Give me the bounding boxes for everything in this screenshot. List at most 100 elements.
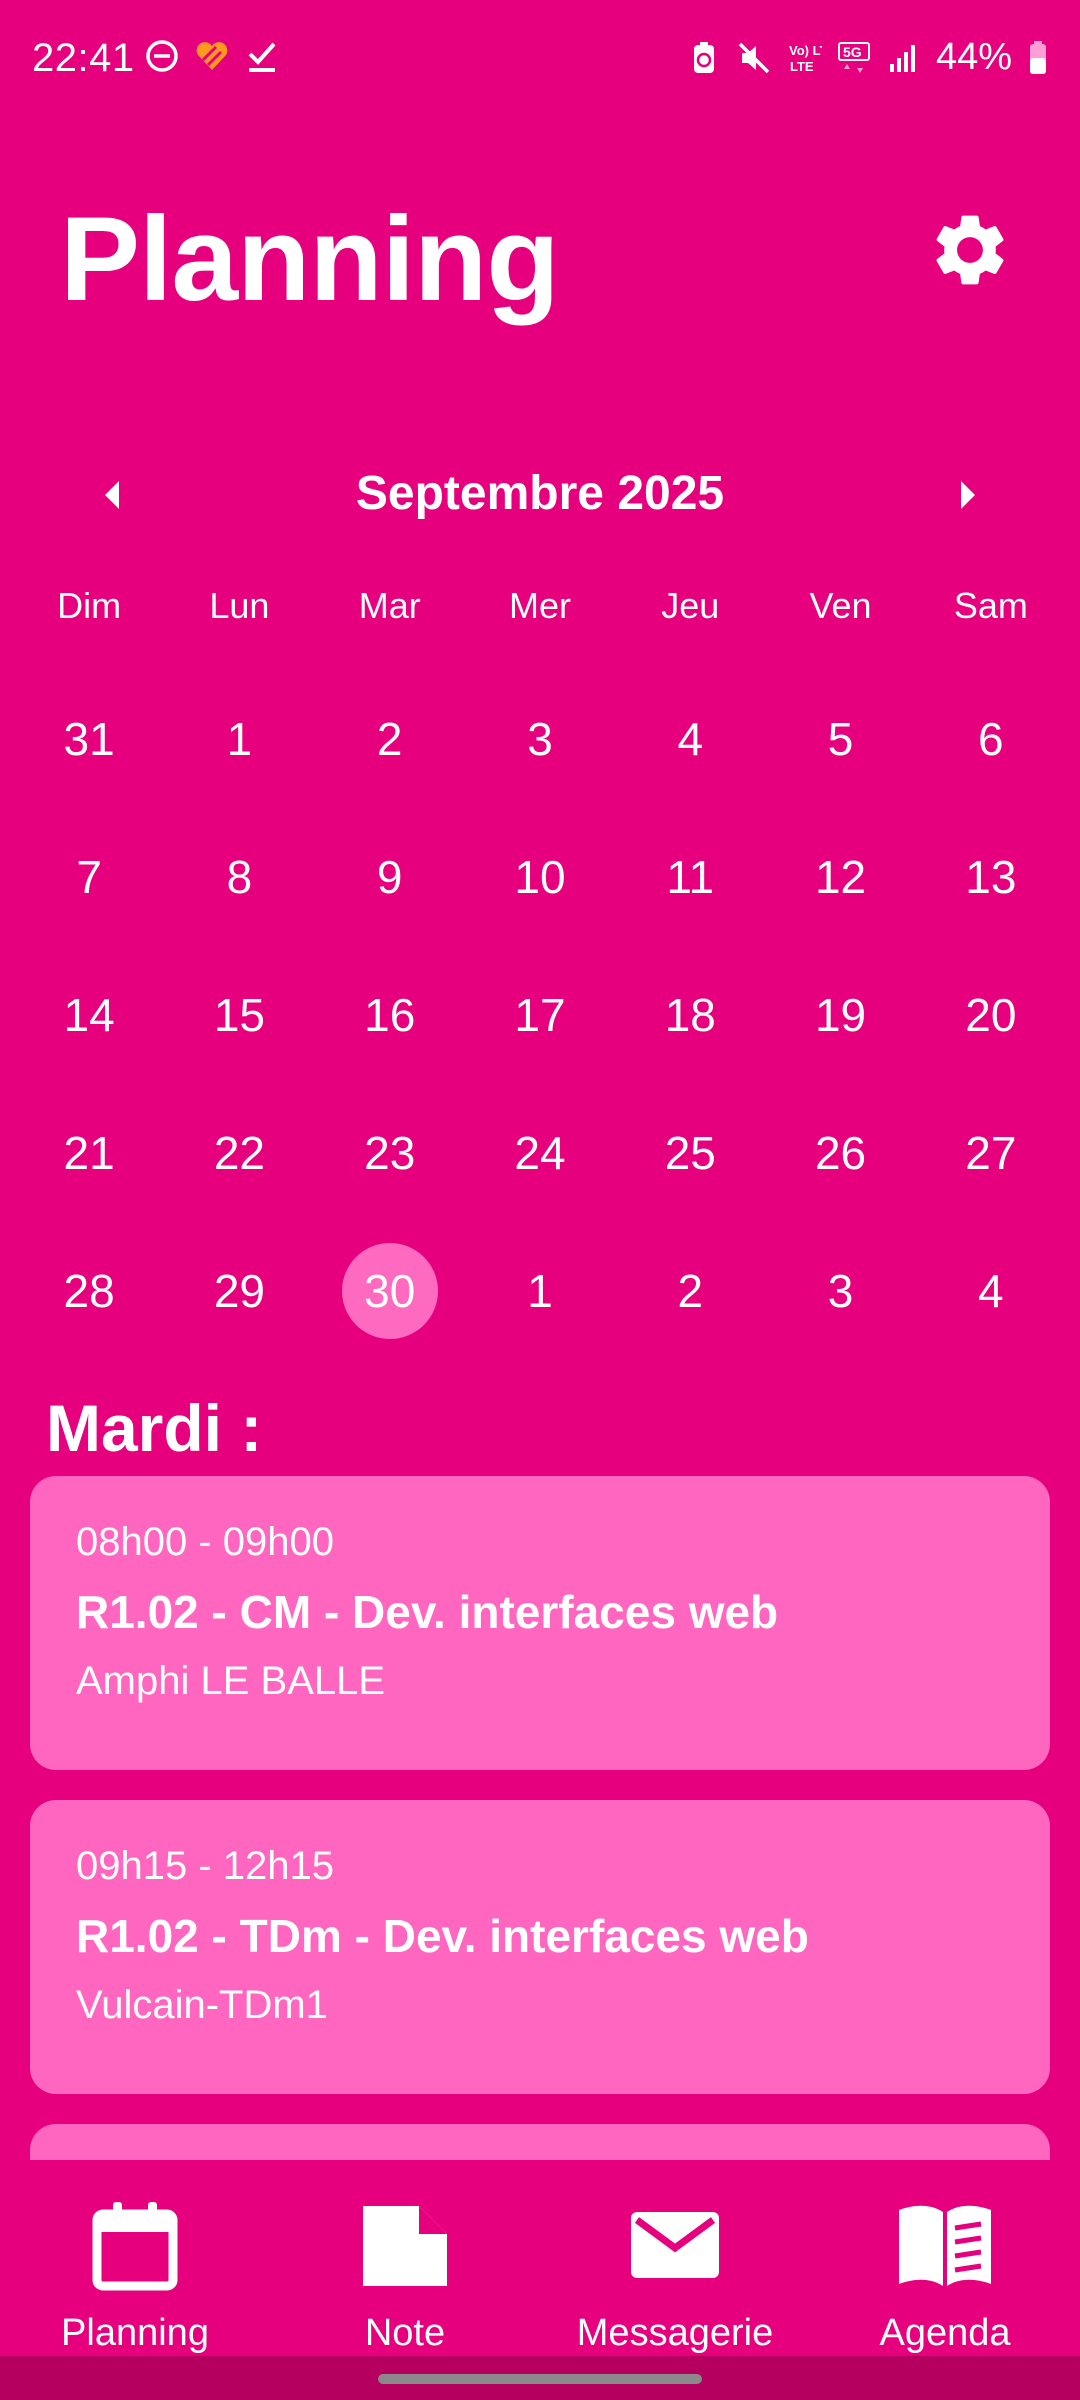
app-screen: 22:41 Vo) L LTE 5G 44% Planning Septembr… bbox=[0, 0, 1080, 2400]
month-nav: Septembre 2025 bbox=[0, 460, 1080, 530]
book-icon bbox=[899, 2205, 991, 2286]
day-number: 1 bbox=[226, 713, 253, 765]
calendar-day[interactable]: 20 bbox=[916, 946, 1066, 1084]
calendar-day[interactable]: 17 bbox=[465, 946, 615, 1084]
calendar-day[interactable]: 21 bbox=[14, 1084, 164, 1222]
day-number: 3 bbox=[527, 713, 553, 765]
5g-icon: 5G bbox=[837, 41, 870, 73]
calendar-day[interactable]: 5 bbox=[765, 670, 915, 808]
weekday-label: Dim bbox=[57, 585, 122, 626]
calendar-day-selected[interactable]: 30 bbox=[315, 1222, 465, 1360]
day-number: 30 bbox=[364, 1265, 416, 1317]
nav-planning[interactable]: Planning bbox=[0, 2160, 270, 2356]
event-card[interactable]: 09h15 - 12h15 R1.02 - TDm - Dev. interfa… bbox=[30, 1800, 1050, 2094]
selected-day-label: Mardi : bbox=[46, 1391, 263, 1465]
page-title: Planning bbox=[60, 192, 560, 326]
day-number: 13 bbox=[965, 851, 1017, 903]
calendar-day[interactable]: 2 bbox=[315, 670, 465, 808]
signal-icon bbox=[889, 44, 915, 72]
settings-button[interactable] bbox=[920, 200, 1020, 300]
status-time: 22:41 bbox=[32, 36, 135, 80]
day-number: 5 bbox=[827, 713, 854, 765]
nav-label: Messagerie bbox=[576, 2312, 774, 2354]
calendar-day[interactable]: 4 bbox=[615, 670, 765, 808]
calendar-day[interactable]: 4 bbox=[916, 1222, 1066, 1360]
event-time: 08h00 - 09h00 bbox=[76, 1520, 335, 1564]
calendar-day[interactable]: 26 bbox=[765, 1084, 915, 1222]
calendar-day[interactable]: 24 bbox=[465, 1084, 615, 1222]
gesture-handle[interactable] bbox=[378, 2374, 702, 2384]
day-number: 25 bbox=[664, 1127, 716, 1179]
calendar-day[interactable]: 14 bbox=[14, 946, 164, 1084]
gear-icon bbox=[936, 215, 1004, 285]
day-number: 9 bbox=[376, 851, 403, 903]
day-number: 20 bbox=[965, 989, 1017, 1041]
day-number: 2 bbox=[677, 1265, 704, 1317]
calendar-day[interactable]: 3 bbox=[465, 670, 615, 808]
day-number: 26 bbox=[814, 1127, 867, 1179]
note-icon bbox=[363, 2206, 447, 2286]
calendar-day[interactable]: 10 bbox=[465, 808, 615, 946]
nav-note[interactable]: Note bbox=[270, 2160, 540, 2356]
event-room: Vulcain-TDm1 bbox=[76, 1983, 328, 2027]
weekday-label: Mer bbox=[508, 585, 571, 626]
calendar-day[interactable]: 11 bbox=[615, 808, 765, 946]
calendar-day[interactable]: 18 bbox=[615, 946, 765, 1084]
mail-icon bbox=[631, 2212, 719, 2278]
calendar-day[interactable]: 25 bbox=[615, 1084, 765, 1222]
calendar-day[interactable]: 13 bbox=[916, 808, 1066, 946]
day-number: 24 bbox=[514, 1127, 566, 1179]
events-list[interactable]: 08h00 - 09h00 R1.02 - CM - Dev. interfac… bbox=[30, 1476, 1050, 2160]
nav-label: Agenda bbox=[879, 2312, 1011, 2354]
day-number: 15 bbox=[213, 989, 265, 1041]
calendar-day[interactable]: 19 bbox=[765, 946, 915, 1084]
weekday-label: Ven bbox=[809, 585, 872, 626]
day-number: 8 bbox=[226, 851, 253, 903]
calendar-day[interactable]: 29 bbox=[164, 1222, 314, 1360]
day-number: 11 bbox=[666, 851, 715, 903]
event-time: 09h15 - 12h15 bbox=[76, 1844, 335, 1888]
event-title: R1.02 - CM - Dev. interfaces web bbox=[76, 1586, 779, 1638]
event-card[interactable]: 08h00 - 09h00 R1.02 - CM - Dev. interfac… bbox=[30, 1476, 1050, 1770]
weekday-header-row: Dim Lun Mar Mer Jeu Ven Sam bbox=[0, 585, 1080, 645]
day-number: 17 bbox=[514, 989, 566, 1041]
battery-saver-icon bbox=[693, 41, 714, 73]
nav-agenda[interactable]: Agenda bbox=[810, 2160, 1080, 2356]
event-card[interactable] bbox=[30, 2124, 1050, 2160]
calendar-day[interactable]: 2 bbox=[615, 1222, 765, 1360]
chevron-right-icon bbox=[961, 481, 975, 509]
nav-messagerie[interactable]: Messagerie bbox=[540, 2160, 810, 2356]
calendar-day[interactable]: 9 bbox=[315, 808, 465, 946]
bottom-nav: Planning Note Messagerie Agenda bbox=[0, 2160, 1080, 2356]
event-title: R1.02 - TDm - Dev. interfaces web bbox=[76, 1910, 809, 1962]
calendar-day[interactable]: 15 bbox=[164, 946, 314, 1084]
weekday-label: Jeu bbox=[661, 585, 720, 626]
calendar-day[interactable]: 31 bbox=[14, 670, 164, 808]
calendar-day[interactable]: 16 bbox=[315, 946, 465, 1084]
volte-icon: Vo) LTE LTE bbox=[789, 43, 822, 74]
calendar-day[interactable]: 23 bbox=[315, 1084, 465, 1222]
next-month-button[interactable] bbox=[936, 460, 1000, 530]
calendar-day[interactable]: 8 bbox=[164, 808, 314, 946]
calendar-day[interactable]: 22 bbox=[164, 1084, 314, 1222]
calendar-day[interactable]: 1 bbox=[164, 670, 314, 808]
calendar-day[interactable]: 6 bbox=[916, 670, 1066, 808]
calendar-day[interactable]: 12 bbox=[765, 808, 915, 946]
calendar-day[interactable]: 7 bbox=[14, 808, 164, 946]
calendar-day[interactable]: 1 bbox=[465, 1222, 615, 1360]
status-bar: 22:41 Vo) L LTE 5G 44% bbox=[0, 0, 1080, 120]
network-label: 5G bbox=[843, 44, 862, 60]
day-number: 28 bbox=[63, 1265, 115, 1317]
calendar-day[interactable]: 3 bbox=[765, 1222, 915, 1360]
day-number: 16 bbox=[364, 989, 416, 1041]
day-number: 2 bbox=[376, 713, 403, 765]
day-number: 19 bbox=[814, 989, 867, 1041]
day-number: 21 bbox=[63, 1127, 115, 1179]
calendar-day[interactable]: 27 bbox=[916, 1084, 1066, 1222]
volte-label: Vo) LTE bbox=[789, 43, 822, 58]
day-number: 23 bbox=[364, 1127, 416, 1179]
do-not-disturb-icon bbox=[146, 40, 178, 72]
calendar-day[interactable]: 28 bbox=[14, 1222, 164, 1360]
status-right-icons: Vo) LTE LTE 5G 44% bbox=[686, 36, 1050, 79]
mute-icon bbox=[738, 42, 770, 73]
